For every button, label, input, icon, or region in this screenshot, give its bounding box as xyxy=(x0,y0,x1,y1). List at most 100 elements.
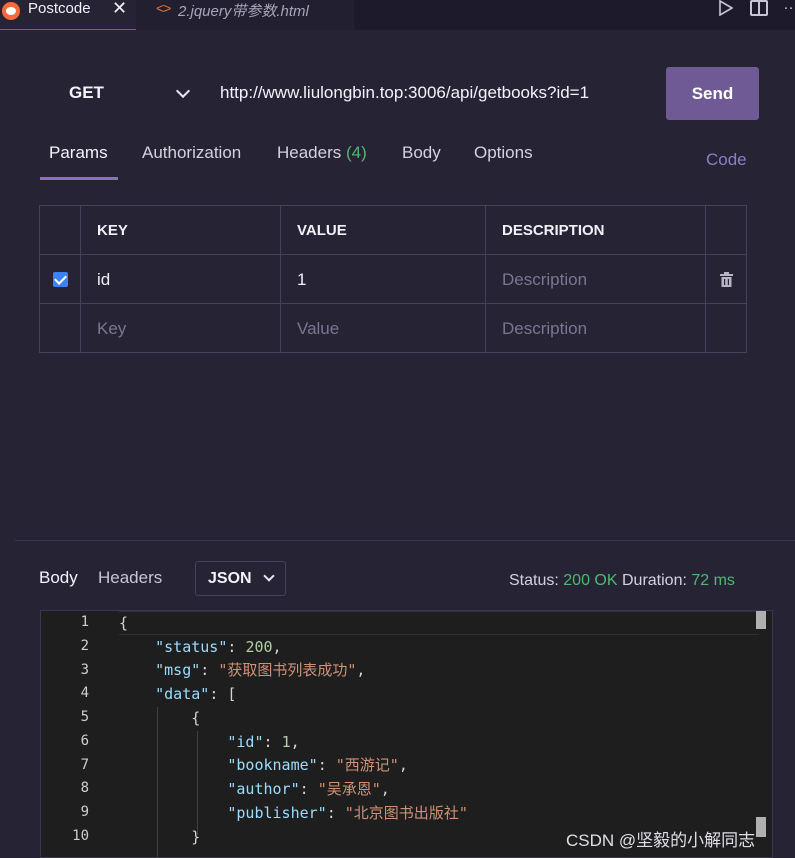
split-editor-icon[interactable] xyxy=(750,0,768,16)
table-row-empty: Key Value Description xyxy=(40,304,746,353)
status-value: 200 OK xyxy=(563,572,618,589)
url-input[interactable] xyxy=(210,66,655,120)
response-body-editor[interactable]: 1 2 3 4 5 6 7 8 9 10 { "status": 200, "m… xyxy=(40,610,773,858)
watermark: CSDN @坚毅的小解同志 xyxy=(566,831,756,850)
tab-postcode[interactable]: Postcode ✕ xyxy=(0,0,136,30)
send-button[interactable]: Send xyxy=(666,67,759,120)
json-key: "id" xyxy=(227,733,264,751)
method-value: GET xyxy=(69,83,104,102)
param-key-field[interactable]: id xyxy=(81,255,281,304)
table-row: id 1 Description xyxy=(40,255,746,304)
column-header-value: VALUE xyxy=(281,206,486,255)
json-number: 1 xyxy=(281,733,291,751)
code-line: { xyxy=(119,706,200,730)
params-table: KEY VALUE DESCRIPTION id 1 Description K… xyxy=(39,205,747,353)
row-checkbox-cell-empty xyxy=(40,304,81,353)
new-param-value-field[interactable]: Value xyxy=(281,304,486,353)
line-number: 7 xyxy=(80,757,89,773)
param-value-field[interactable]: 1 xyxy=(281,255,486,304)
method-select[interactable]: GET xyxy=(40,66,203,120)
json-string: "西游记" xyxy=(335,756,399,774)
code-area[interactable]: { "status": 200, "msg": "获取图书列表成功", "dat… xyxy=(119,611,759,857)
tab-body[interactable]: Body xyxy=(402,143,441,163)
code-line: } xyxy=(119,825,200,849)
json-string: "获取图书列表成功" xyxy=(218,661,357,679)
line-number: 5 xyxy=(80,709,89,725)
format-select[interactable]: JSON xyxy=(195,561,286,596)
json-string: "吴承恩" xyxy=(317,780,381,798)
close-icon[interactable]: ✕ xyxy=(112,0,127,19)
scrollbar-thumb-top[interactable] xyxy=(756,611,766,629)
header-checkbox-cell xyxy=(40,206,81,255)
code-line: { xyxy=(119,611,128,635)
response-status: Status: 200 OK Duration: 72 ms xyxy=(509,572,735,590)
brace: { xyxy=(191,709,201,727)
line-number: 10 xyxy=(72,828,89,844)
panel-divider[interactable] xyxy=(15,540,795,541)
postcode-logo-icon xyxy=(2,2,20,20)
duration-label: Duration: xyxy=(621,572,687,589)
json-number: 200 xyxy=(245,638,273,656)
duration-value: 72 ms xyxy=(691,572,735,589)
scrollbar-thumb-bottom[interactable] xyxy=(756,817,766,837)
line-number: 6 xyxy=(80,733,89,749)
status-label: Status: xyxy=(509,572,559,589)
headers-count-badge: (4) xyxy=(346,143,367,162)
code-line: "author": "吴承恩", xyxy=(227,780,390,798)
code-line: "data": [ xyxy=(155,685,237,703)
delete-cell xyxy=(706,255,746,304)
empty-actions-cell xyxy=(706,304,746,353)
line-number-gutter: 1 2 3 4 5 6 7 8 9 10 xyxy=(41,611,101,857)
tab-html-file-title: 2.jquery带参数.html xyxy=(178,3,309,20)
tab-options[interactable]: Options xyxy=(474,143,533,163)
line-number: 1 xyxy=(80,614,89,630)
json-key: "author" xyxy=(227,780,300,798)
line-number: 8 xyxy=(80,780,89,796)
column-header-description: DESCRIPTION xyxy=(486,206,706,255)
new-param-key-field[interactable]: Key xyxy=(81,304,281,353)
line-number: 9 xyxy=(80,804,89,820)
active-tab-indicator xyxy=(40,177,118,180)
tab-html-file[interactable]: <> 2.jquery带参数.html xyxy=(136,0,354,30)
bracket: [ xyxy=(227,685,237,703)
tab-headers[interactable]: Headers (4) xyxy=(277,143,367,163)
line-number: 3 xyxy=(80,662,89,678)
json-key: "bookname" xyxy=(227,756,318,774)
json-key: "status" xyxy=(155,638,228,656)
json-string: "北京图书出版社" xyxy=(344,804,468,822)
header-actions-cell xyxy=(706,206,746,255)
html-file-icon: <> xyxy=(156,0,171,16)
params-header-row: KEY VALUE DESCRIPTION xyxy=(40,206,746,255)
line-number: 2 xyxy=(80,638,89,654)
json-key: "publisher" xyxy=(227,804,327,822)
json-key: "data" xyxy=(155,685,210,703)
tab-postcode-title: Postcode xyxy=(28,0,91,17)
chevron-down-icon xyxy=(175,83,191,99)
run-icon[interactable] xyxy=(719,0,733,16)
tab-headers-label: Headers xyxy=(277,143,342,162)
trash-icon[interactable] xyxy=(719,272,733,287)
json-key: "msg" xyxy=(155,661,201,679)
response-tab-headers[interactable]: Headers xyxy=(98,568,162,588)
code-line: "bookname": "西游记", xyxy=(227,756,408,774)
editor-tab-bar: Postcode ✕ <> 2.jquery带参数.html … xyxy=(0,0,795,30)
tab-params[interactable]: Params xyxy=(49,143,108,163)
row-checkbox-cell xyxy=(40,255,81,304)
line-number: 4 xyxy=(80,685,89,701)
chevron-down-icon xyxy=(263,570,275,582)
param-description-field[interactable]: Description xyxy=(486,255,706,304)
tab-authorization[interactable]: Authorization xyxy=(142,143,241,163)
checkbox-icon[interactable] xyxy=(52,272,68,287)
more-icon[interactable]: … xyxy=(783,0,795,14)
code-line: "msg": "获取图书列表成功", xyxy=(155,661,366,679)
current-line-highlight xyxy=(119,611,759,635)
code-line: "status": 200, xyxy=(155,638,282,656)
code-line: "publisher": "北京图书出版社" xyxy=(227,804,468,822)
brace: { xyxy=(119,614,129,632)
code-link[interactable]: Code xyxy=(706,150,747,170)
column-header-key: KEY xyxy=(81,206,281,255)
code-line: "id": 1, xyxy=(227,733,300,751)
brace: } xyxy=(191,828,201,846)
new-param-description-field[interactable]: Description xyxy=(486,304,706,353)
response-tab-body[interactable]: Body xyxy=(39,568,78,588)
